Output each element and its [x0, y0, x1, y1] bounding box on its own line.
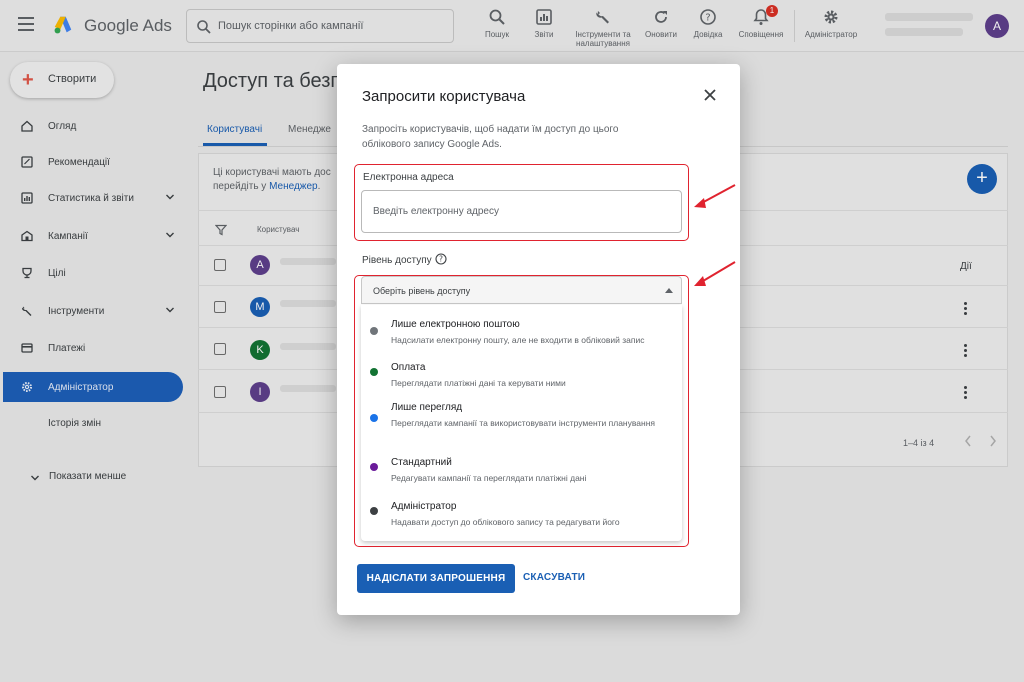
email-label: Електронна адреса: [363, 172, 454, 183]
close-icon[interactable]: [703, 88, 717, 102]
help-icon[interactable]: ?: [435, 253, 447, 265]
option-admin[interactable]: Адміністратор Надавати доступ до обліков…: [361, 501, 682, 545]
access-level-options: Лише електронною поштою Надсилати електр…: [361, 305, 682, 541]
send-invitation-button[interactable]: НАДІСЛАТИ ЗАПРОШЕННЯ: [357, 564, 515, 593]
annotation-arrow-icon: [694, 184, 736, 286]
access-level-select[interactable]: Оберіть рівень доступу: [361, 276, 682, 304]
dropdown-arrow-icon: [665, 288, 673, 293]
dialog-description: Запросіть користувачів, щоб надати їм до…: [362, 124, 619, 150]
option-read-only[interactable]: Лише перегляд Переглядати кампанії та ви…: [361, 402, 682, 452]
status-dot-icon: [370, 327, 378, 335]
email-field[interactable]: [361, 190, 682, 233]
option-billing[interactable]: Оплата Переглядати платіжні дані та керу…: [361, 362, 682, 406]
access-level-label: Рівень доступу: [362, 255, 432, 266]
status-dot-icon: [370, 507, 378, 515]
svg-text:?: ?: [439, 255, 443, 264]
status-dot-icon: [370, 368, 378, 376]
status-dot-icon: [370, 414, 378, 422]
invite-user-dialog: Запросити користувача Запросіть користув…: [337, 64, 740, 615]
dialog-title: Запросити користувача: [362, 88, 526, 105]
option-standard[interactable]: Стандартний Редагувати кампанії та перег…: [361, 457, 682, 501]
option-email-only[interactable]: Лише електронною поштою Надсилати електр…: [361, 319, 682, 363]
cancel-button[interactable]: СКАСУВАТИ: [523, 572, 585, 583]
status-dot-icon: [370, 463, 378, 471]
